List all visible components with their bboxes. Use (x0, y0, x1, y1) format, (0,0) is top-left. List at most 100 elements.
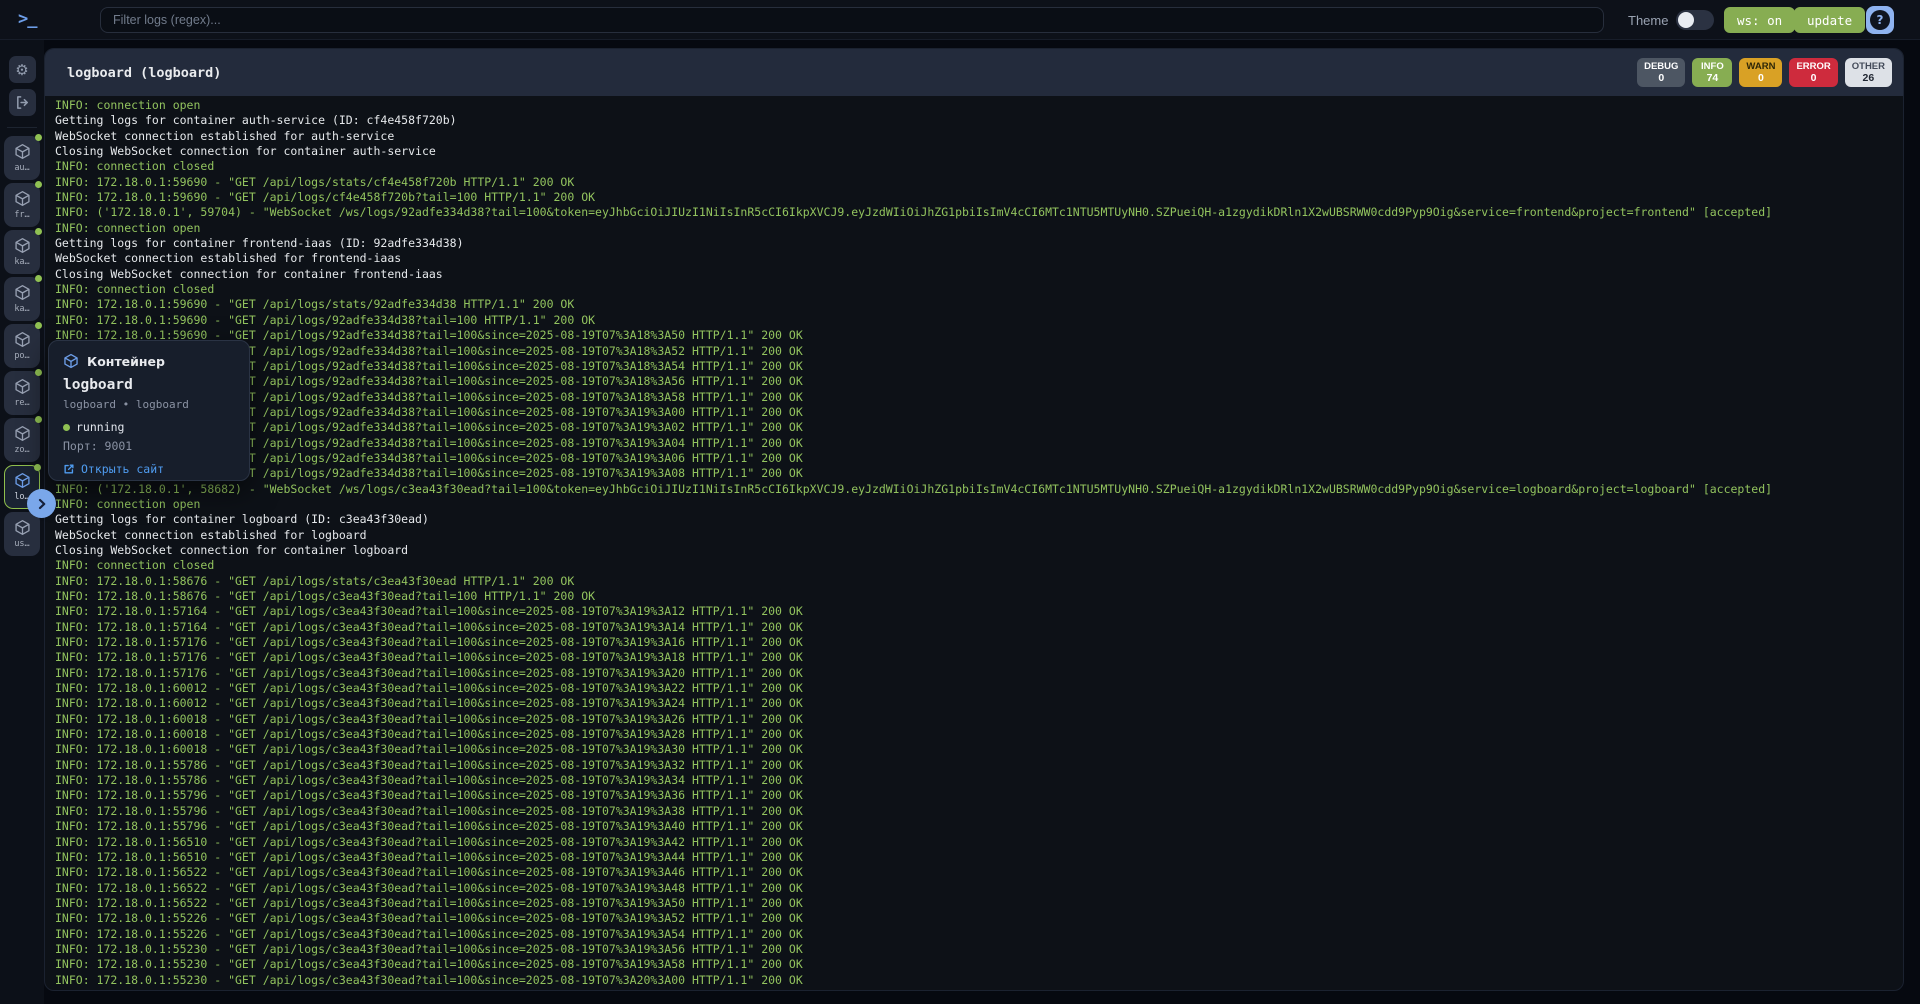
container-cube-icon (14, 331, 31, 348)
log-level-badge[interactable]: WARN 0 (1739, 58, 1782, 87)
popover-title: Контейнер (87, 354, 165, 369)
log-line: INFO: connection open (55, 98, 1903, 113)
log-level-badge[interactable]: DEBUG 0 (1637, 58, 1685, 87)
sidebar-container-item[interactable]: ka… (4, 230, 40, 274)
badge-count: 0 (1811, 72, 1817, 85)
log-line: Getting logs for container logboard (ID:… (55, 512, 1903, 527)
status-dot (35, 369, 42, 376)
log-line: INFO: 172.18.0.1:55786 - "GET /api/logs/… (55, 758, 1903, 773)
log-line: INFO: 172.18.0.1:55230 - "GET /api/logs/… (55, 973, 1903, 988)
log-line: INFO: 172.18.0.1:59690 - "GET /api/logs/… (55, 313, 1903, 328)
terminal-logo-icon: >_ (18, 9, 36, 29)
update-button[interactable]: update (1794, 7, 1865, 33)
log-line: INFO: connection open (55, 221, 1903, 236)
sidebar-container-item[interactable]: au… (4, 136, 40, 180)
popover-header: Контейнер (63, 353, 235, 369)
status-dot (35, 275, 42, 282)
log-line: INFO: 172.18.0.1:60018 - "GET /api/logs/… (55, 712, 1903, 727)
container-cube-icon (14, 284, 31, 301)
log-line: INFO: 172.18.0.1:59690 - "GET /api/logs/… (55, 175, 1903, 190)
sidebar: ⚙ au… fr… (0, 40, 44, 1004)
status-dot (35, 416, 42, 423)
log-level-badge[interactable]: INFO 74 (1692, 58, 1732, 87)
container-label: ka… (14, 257, 29, 267)
log-line: WebSocket connection established for log… (55, 528, 1903, 543)
container-cube-icon (63, 353, 79, 369)
badge-label: INFO (1701, 61, 1724, 72)
log-level-badges: DEBUG 0 INFO 74 WARN 0 ERROR 0 (1637, 58, 1892, 87)
log-line: INFO: 172.18.0.1:57164 - "GET /api/logs/… (55, 620, 1903, 635)
sidebar-container-item[interactable]: ka… (4, 277, 40, 321)
log-line: INFO: 172.18.0.1:59690 - "GET /api/logs/… (55, 328, 1903, 343)
log-line: INFO: 172.18.0.1:57176 - "GET /api/logs/… (55, 666, 1903, 681)
log-line: Getting logs for container frontend-iaas… (55, 236, 1903, 251)
log-line: INFO: 172.18.0.1:56510 - "GET /api/logs/… (55, 850, 1903, 865)
log-line: Getting logs for container auth-service … (55, 113, 1903, 128)
gear-icon: ⚙ (15, 61, 28, 79)
panel-title: logboard (logboard) (67, 65, 221, 81)
status-text: running (76, 420, 124, 434)
open-site-label: Открыть сайт (81, 462, 164, 476)
container-cube-icon (14, 472, 31, 489)
log-line: INFO: ('172.18.0.1', 58682) - "WebSocket… (55, 482, 1903, 497)
log-line: INFO: 172.18.0.1:60018 - "GET /api/logs/… (55, 727, 1903, 742)
container-label: re… (14, 398, 29, 408)
container-cube-icon (14, 190, 31, 207)
log-line: INFO: 172.18.0.1:60012 - "GET /api/logs/… (55, 696, 1903, 711)
log-line: INFO: 172.18.0.1:59690 - "GET /api/logs/… (55, 451, 1903, 466)
log-level-badge[interactable]: ERROR 0 (1789, 58, 1837, 87)
sidebar-container-item[interactable]: re… (4, 371, 40, 415)
top-bar: >_ Theme ws: on update ? (0, 0, 1920, 40)
log-line: INFO: connection closed (55, 282, 1903, 297)
log-line: INFO: 172.18.0.1:55796 - "GET /api/logs/… (55, 819, 1903, 834)
container-label: au… (14, 163, 29, 173)
sidebar-container-item[interactable]: us… (4, 512, 40, 556)
status-dot (35, 322, 42, 329)
badge-label: OTHER (1852, 61, 1885, 72)
container-label: zo… (14, 445, 29, 455)
container-subtitle: logboard • logboard (63, 398, 235, 411)
filter-logs-input[interactable] (100, 7, 1604, 33)
theme-toggle[interactable] (1676, 10, 1714, 30)
container-label: po… (14, 351, 29, 361)
container-cube-icon (14, 143, 31, 160)
sidebar-container-item[interactable]: fr… (4, 183, 40, 227)
log-line: INFO: 172.18.0.1:55230 - "GET /api/logs/… (55, 942, 1903, 957)
status-dot (35, 181, 42, 188)
container-cube-icon (14, 425, 31, 442)
log-panel: logboard (logboard) DEBUG 0 INFO 74 WARN… (44, 48, 1904, 991)
container-label: ka… (14, 304, 29, 314)
log-line: INFO: 172.18.0.1:55796 - "GET /api/logs/… (55, 788, 1903, 803)
theme-toggle-knob (1678, 12, 1694, 28)
chevron-right-icon (36, 498, 48, 510)
badge-label: ERROR (1796, 61, 1830, 72)
status-dot (35, 134, 42, 141)
log-line: INFO: 172.18.0.1:59690 - "GET /api/logs/… (55, 359, 1903, 374)
sidebar-container-item[interactable]: po… (4, 324, 40, 368)
help-button[interactable]: ? (1866, 6, 1894, 34)
log-line: INFO: 172.18.0.1:59690 - "GET /api/logs/… (55, 405, 1903, 420)
sidebar-divider (7, 127, 37, 128)
logout-button[interactable] (9, 89, 36, 116)
log-line: WebSocket connection established for aut… (55, 129, 1903, 144)
badge-count: 26 (1863, 72, 1875, 85)
log-line: INFO: 172.18.0.1:56510 - "GET /api/logs/… (55, 835, 1903, 850)
open-site-link[interactable]: Открыть сайт (63, 462, 235, 476)
log-level-badge[interactable]: OTHER 26 (1845, 58, 1892, 87)
log-line: INFO: 172.18.0.1:59690 - "GET /api/logs/… (55, 374, 1903, 389)
running-status-dot (63, 424, 70, 431)
log-line: INFO: 172.18.0.1:55226 - "GET /api/logs/… (55, 911, 1903, 926)
log-line: INFO: connection open (55, 497, 1903, 512)
websocket-status-button[interactable]: ws: on (1724, 7, 1795, 33)
sidebar-container-item[interactable]: zo… (4, 418, 40, 462)
log-line: INFO: 172.18.0.1:59690 - "GET /api/logs/… (55, 436, 1903, 451)
log-line: INFO: 172.18.0.1:58676 - "GET /api/logs/… (55, 574, 1903, 589)
settings-button[interactable]: ⚙ (9, 56, 36, 83)
log-output[interactable]: INFO: connection open Getting logs for c… (45, 96, 1903, 990)
log-line: INFO: 172.18.0.1:59690 - "GET /api/logs/… (55, 466, 1903, 481)
sidebar-expand-button[interactable] (27, 489, 56, 518)
log-line: INFO: 172.18.0.1:56522 - "GET /api/logs/… (55, 881, 1903, 896)
log-line: INFO: 172.18.0.1:60012 - "GET /api/logs/… (55, 681, 1903, 696)
badge-label: DEBUG (1644, 61, 1678, 72)
log-line: INFO: 172.18.0.1:56522 - "GET /api/logs/… (55, 896, 1903, 911)
